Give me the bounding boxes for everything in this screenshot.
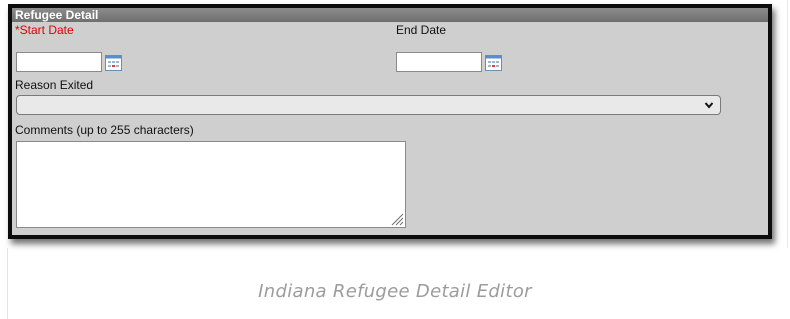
- figure-caption: Indiana Refugee Detail Editor: [258, 281, 532, 302]
- end-date-input[interactable]: [396, 52, 482, 72]
- start-date-input[interactable]: [16, 52, 102, 72]
- end-date-label: End Date: [396, 23, 447, 37]
- calendar-icon[interactable]: [485, 55, 502, 71]
- chevron-down-icon: [704, 102, 714, 109]
- start-date-label: *Start Date: [15, 23, 74, 37]
- comments-textarea[interactable]: [16, 141, 406, 228]
- reason-exited-label: Reason Exited: [15, 78, 94, 92]
- resize-grip-icon[interactable]: [390, 212, 404, 226]
- panel-title: Refugee Detail: [12, 8, 768, 22]
- comments-label: Comments (up to 255 characters): [15, 123, 194, 137]
- reason-exited-select[interactable]: [16, 95, 721, 115]
- page-divider: [787, 0, 788, 248]
- refugee-detail-panel: Refugee Detail *Start Date End Date Reas…: [8, 4, 772, 239]
- calendar-icon[interactable]: [105, 55, 122, 71]
